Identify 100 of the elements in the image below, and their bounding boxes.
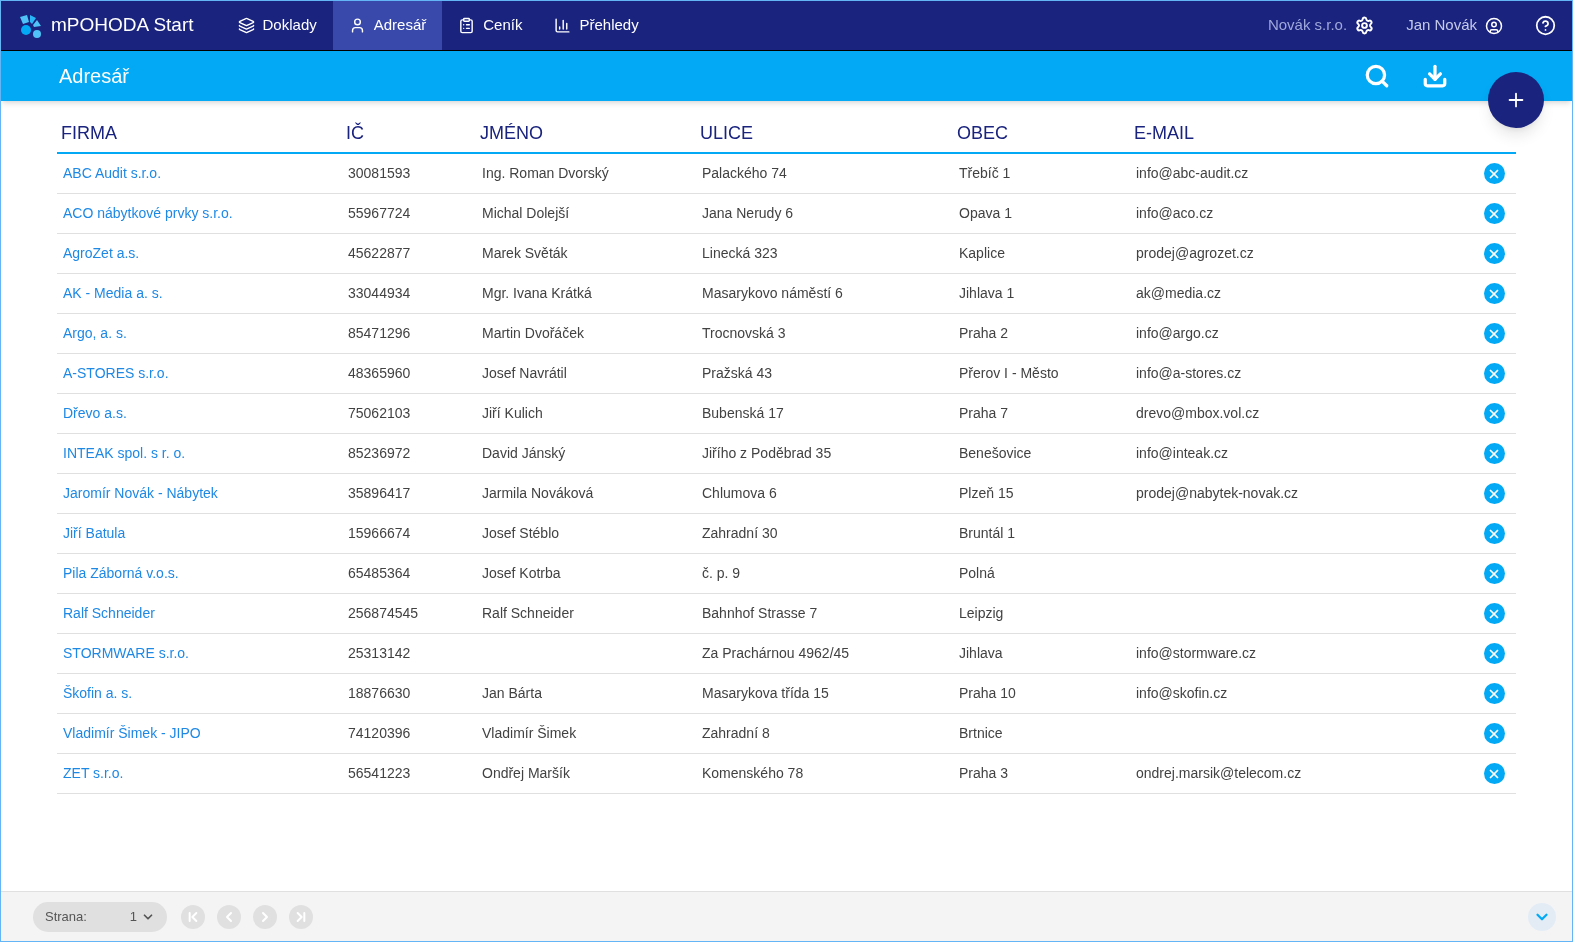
company-link[interactable]: STORMWARE s.r.o. bbox=[63, 645, 189, 661]
table-cell: info@argo.cz bbox=[1136, 325, 1219, 341]
download-button[interactable] bbox=[1422, 63, 1448, 89]
user-icon bbox=[1485, 16, 1503, 35]
table-cell: Bruntál 1 bbox=[959, 525, 1016, 541]
table-cell: Praha 10 bbox=[959, 685, 1016, 701]
company-link[interactable]: A-STORES s.r.o. bbox=[63, 365, 169, 381]
table-cell: info@abc-audit.cz bbox=[1136, 165, 1249, 181]
column-header: IČ bbox=[345, 121, 365, 145]
table-cell: Praha 3 bbox=[959, 765, 1009, 781]
clipboard-icon bbox=[458, 17, 476, 34]
delete-button[interactable] bbox=[1483, 723, 1505, 744]
table-cell: Jiří Kulich bbox=[482, 405, 543, 421]
column-header: FIRMA bbox=[60, 122, 118, 145]
table-cell: Palackého 74 bbox=[702, 165, 787, 181]
table-cell: Josef Stéblo bbox=[482, 525, 560, 541]
table-cell: 74120396 bbox=[348, 725, 411, 741]
delete-button[interactable] bbox=[1483, 403, 1505, 424]
table-cell: prodej@nabytek-novak.cz bbox=[1136, 485, 1299, 501]
download-icon bbox=[1422, 63, 1448, 89]
table-cell: Jarmila Nováková bbox=[482, 485, 594, 501]
table-cell: 30081593 bbox=[348, 165, 411, 181]
table-cell: Pražská 43 bbox=[702, 365, 773, 381]
table-cell: Třebíč 1 bbox=[959, 165, 1011, 181]
table-cell: Ing. Roman Dvorský bbox=[482, 165, 609, 181]
company-link[interactable]: ZET s.r.o. bbox=[63, 765, 124, 781]
table-cell: 25313142 bbox=[348, 645, 411, 661]
company-link[interactable]: Jaromír Novák - Nábytek bbox=[63, 485, 218, 501]
search-icon bbox=[1364, 63, 1390, 89]
table-cell: 85471296 bbox=[348, 325, 411, 341]
company-link[interactable]: Dřevo a.s. bbox=[63, 405, 127, 421]
delete-button[interactable] bbox=[1483, 683, 1505, 704]
table-cell: David Jánský bbox=[482, 445, 566, 461]
table-cell: prodej@agrozet.cz bbox=[1136, 245, 1254, 261]
nav-tab[interactable]: Doklady bbox=[221, 1, 333, 50]
company-link[interactable]: ACO nábytkové prvky s.r.o. bbox=[63, 205, 233, 221]
table-cell: 56541223 bbox=[348, 765, 411, 781]
table-cell: Bubenská 17 bbox=[702, 405, 784, 421]
help-button[interactable] bbox=[1535, 15, 1556, 36]
company-link[interactable]: Ralf Schneider bbox=[63, 605, 155, 621]
delete-button[interactable] bbox=[1483, 363, 1505, 384]
company-link[interactable]: Vladimír Šimek - JIPO bbox=[63, 725, 201, 741]
delete-button[interactable] bbox=[1483, 763, 1505, 784]
delete-button[interactable] bbox=[1483, 443, 1505, 464]
table-cell: Martin Dvořáček bbox=[482, 325, 584, 341]
table-cell: Kaplice bbox=[959, 245, 1005, 261]
table-cell: Chlumova 6 bbox=[702, 485, 777, 501]
table-cell: 85236972 bbox=[348, 445, 411, 461]
delete-button[interactable] bbox=[1483, 483, 1505, 504]
nav-tab[interactable]: Přehledy bbox=[538, 1, 655, 50]
nav-tab[interactable]: Ceník bbox=[442, 1, 539, 50]
table-cell: č. p. 9 bbox=[702, 565, 741, 581]
table-cell: Jan Bárta bbox=[482, 685, 542, 701]
table-cell: Marek Světák bbox=[482, 245, 568, 261]
layers-icon bbox=[237, 17, 255, 34]
table-cell: ak@media.cz bbox=[1136, 285, 1222, 301]
company-link[interactable]: ABC Audit s.r.o. bbox=[63, 165, 162, 181]
table-cell: 256874545 bbox=[348, 605, 419, 621]
settings-button[interactable] bbox=[1355, 16, 1375, 35]
delete-button[interactable] bbox=[1483, 523, 1505, 544]
table-cell: 45622877 bbox=[348, 245, 411, 261]
user-name: Jan Novák bbox=[1406, 15, 1477, 36]
company-link[interactable]: AgroZet a.s. bbox=[63, 245, 140, 261]
delete-button[interactable] bbox=[1483, 563, 1505, 584]
account-button[interactable] bbox=[1485, 16, 1503, 35]
add-button[interactable] bbox=[1488, 72, 1544, 128]
table-cell: Leipzig bbox=[959, 605, 1004, 621]
nav-tab[interactable]: Adresář bbox=[332, 1, 443, 50]
company-link[interactable]: INTEAK spol. s r. o. bbox=[63, 445, 186, 461]
delete-button[interactable] bbox=[1483, 603, 1505, 624]
table-cell: Praha 7 bbox=[959, 405, 1009, 421]
company-link[interactable]: Pila Záborná v.o.s. bbox=[63, 565, 179, 581]
table-cell: Jihlava bbox=[959, 645, 1003, 661]
company-link[interactable]: Jiří Batula bbox=[63, 525, 126, 541]
table-cell: info@a-stores.cz bbox=[1136, 365, 1242, 381]
table-cell: Přerov I - Město bbox=[959, 365, 1059, 381]
table-cell: Za Prachárnou 4962/45 bbox=[702, 645, 850, 661]
delete-button[interactable] bbox=[1483, 163, 1505, 184]
table-cell: Masarykovo náměstí 6 bbox=[702, 285, 843, 301]
delete-button[interactable] bbox=[1483, 203, 1505, 224]
company-link[interactable]: Škofin a. s. bbox=[63, 685, 133, 701]
delete-button[interactable] bbox=[1483, 323, 1505, 344]
expand-button[interactable] bbox=[1528, 902, 1556, 931]
table-cell: Jihlava 1 bbox=[959, 285, 1015, 301]
table-cell: 35896417 bbox=[348, 485, 411, 501]
table-cell: Linecká 323 bbox=[702, 245, 778, 261]
table-cell: Josef Kotrba bbox=[482, 565, 561, 581]
table-cell: Zahradní 30 bbox=[702, 525, 778, 541]
table-cell: info@skofin.cz bbox=[1136, 685, 1228, 701]
delete-button[interactable] bbox=[1483, 283, 1505, 304]
table-cell: 33044934 bbox=[348, 285, 411, 301]
page-select[interactable]: Strana: 1 bbox=[33, 901, 167, 932]
search-button[interactable] bbox=[1364, 63, 1390, 89]
table-cell: Vladimír Šimek bbox=[482, 725, 577, 741]
company-link[interactable]: Argo, a. s. bbox=[63, 325, 127, 341]
column-header: OBEC bbox=[956, 122, 1009, 145]
company-link[interactable]: AK - Media a. s. bbox=[63, 285, 163, 301]
table-cell: drevo@mbox.vol.cz bbox=[1136, 405, 1260, 421]
delete-button[interactable] bbox=[1483, 243, 1505, 264]
delete-button[interactable] bbox=[1483, 643, 1505, 664]
